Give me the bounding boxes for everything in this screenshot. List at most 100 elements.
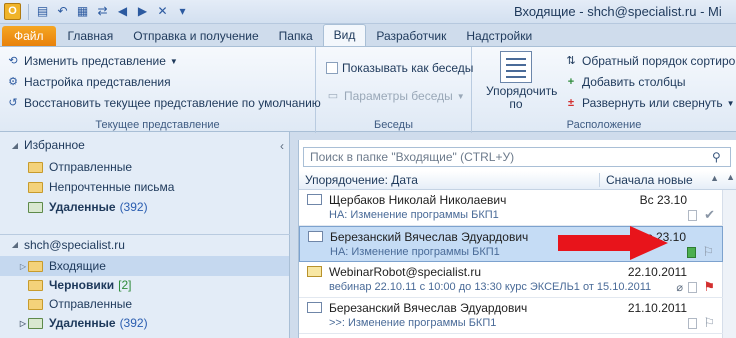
trash-icon xyxy=(28,317,43,329)
reply-envelope-icon xyxy=(308,231,323,242)
ribbon-tabs: Файл Главная Отправка и получение Папка … xyxy=(0,24,736,46)
forward-icon[interactable]: ▶ xyxy=(134,3,151,20)
folder-sent[interactable]: Отправленные xyxy=(0,294,289,314)
message-row[interactable]: WebinarRobot@specialist.ru вебинар 22.10… xyxy=(299,262,723,298)
sort-order-button[interactable]: Сначала новые xyxy=(599,173,693,187)
change-view-icon: ⟲ xyxy=(8,55,18,67)
favorite-sent[interactable]: Отправленные xyxy=(0,157,289,177)
folder-deleted-label: Удаленные xyxy=(49,316,116,330)
favorite-unread-label: Непрочтенные письма xyxy=(49,180,175,194)
add-columns-button[interactable]: + Добавить столбцы xyxy=(564,73,686,91)
category-green-icon[interactable] xyxy=(687,247,696,258)
back-icon[interactable]: ◀ xyxy=(114,3,131,20)
tab-home[interactable]: Главная xyxy=(58,26,124,46)
favorite-deleted[interactable]: Удаленные (392) xyxy=(0,197,289,217)
account-header[interactable]: ◢ shch@specialist.ru xyxy=(0,234,290,254)
folder-icon xyxy=(28,161,43,173)
minimize-pane-icon[interactable]: ‹ xyxy=(280,139,284,153)
message-subject: вебинар 22.10.11 с 10:00 до 13:30 курс Э… xyxy=(329,281,652,293)
message-row[interactable]: Щербаков Николай Николаевич НА: Изменени… xyxy=(299,190,723,226)
folder-drafts[interactable]: Черновики [2] xyxy=(0,275,289,295)
folder-deleted-count: (392) xyxy=(119,316,148,330)
add-columns-label: Добавить столбцы xyxy=(582,75,686,89)
tab-view[interactable]: Вид xyxy=(322,24,367,46)
conversation-settings-button[interactable]: ▭ Параметры беседы ▼ xyxy=(326,87,465,105)
customize-toolbar-icon[interactable]: ▾ xyxy=(174,3,191,20)
toolbar-separator xyxy=(28,4,29,20)
chevron-down-icon: ▼ xyxy=(726,98,735,108)
search-icon[interactable]: ⚲ xyxy=(712,150,726,164)
search-input[interactable]: Поиск в папке "Входящие" (CTRL+У) ⚲ xyxy=(303,147,731,167)
tab-addins[interactable]: Надстройки xyxy=(456,26,542,46)
expand-collapse-icon: ± xyxy=(567,97,575,109)
favorites-header[interactable]: ◢ Избранное ‹ xyxy=(0,135,290,155)
favorite-sent-label: Отправленные xyxy=(49,160,133,174)
scroll-up-icon[interactable]: ▲ xyxy=(726,172,735,182)
flag-outline-icon[interactable]: ⚐ xyxy=(703,315,715,331)
arrangement-group: Упорядочить по ⇅ Обратный порядок сортир… xyxy=(472,47,736,133)
expand-collapse-button[interactable]: ± Развернуть или свернуть ▼ xyxy=(564,94,735,112)
envelope-icon xyxy=(307,266,322,277)
navigation-pane: ◢ Избранное ‹ Отправленные Непрочтенные … xyxy=(0,132,290,338)
scrollbar[interactable] xyxy=(722,190,736,338)
favorites-header-label: Избранное xyxy=(24,138,85,152)
checkbox-icon xyxy=(326,62,338,74)
tab-folder[interactable]: Папка xyxy=(269,26,323,46)
expand-triangle-icon[interactable]: ▷ xyxy=(18,262,28,271)
print-icon[interactable]: ▦ xyxy=(74,3,91,20)
list-header: Упорядочение: Дата Сначала новые ▲ ▲ xyxy=(299,171,736,190)
message-sender: Березанский Вячеслав Эдуардович xyxy=(329,301,528,315)
collapse-triangle-icon: ◢ xyxy=(11,140,19,150)
quick-access-toolbar: ▤ ↶ ▦ ⇄ ◀ ▶ ✕ ▾ xyxy=(26,3,191,21)
current-view-group-label: Текущее представление xyxy=(95,119,220,131)
message-row[interactable]: Березанский Вячеслав Эдуардович >>: Изме… xyxy=(299,298,723,334)
message-subject: НА: Изменение программы БКП1 xyxy=(330,246,500,258)
message-list: Поиск в папке "Входящие" (CTRL+У) ⚲ Упор… xyxy=(298,140,736,338)
folder-inbox[interactable]: ▷ Входящие xyxy=(0,256,289,276)
message-subject: НА: Изменение программы БКП1 xyxy=(329,209,499,221)
chevron-up-icon[interactable]: ▲ xyxy=(710,173,719,183)
send-receive-icon[interactable]: ▤ xyxy=(34,3,51,20)
message-sender: WebinarRobot@specialist.ru xyxy=(329,265,482,279)
reply-envelope-icon xyxy=(307,194,322,205)
message-date: Вс 23.10 xyxy=(639,193,687,207)
expand-collapse-label: Развернуть или свернуть xyxy=(582,96,723,110)
tab-developer[interactable]: Разработчик xyxy=(366,26,456,46)
flag-red-icon[interactable]: ⚑ xyxy=(703,279,715,295)
category-icon[interactable] xyxy=(688,318,697,329)
category-icon[interactable] xyxy=(688,210,697,221)
flag-outline-icon[interactable]: ⚐ xyxy=(702,244,714,260)
favorite-deleted-label: Удаленные xyxy=(49,200,116,214)
change-view-label: Изменить представление xyxy=(24,54,166,68)
checkmark-icon[interactable]: ✔ xyxy=(704,207,715,223)
expand-triangle-icon[interactable]: ▷ xyxy=(18,319,28,328)
attachment-icon: ⌀ xyxy=(676,282,683,294)
undo-icon[interactable]: ↶ xyxy=(54,3,71,20)
inbox-icon xyxy=(28,260,43,272)
add-columns-icon: + xyxy=(567,76,575,88)
conversation-settings-icon: ▭ xyxy=(327,90,339,102)
reverse-sort-label: Обратный порядок сортиро xyxy=(582,54,736,68)
arrange-by-button[interactable]: Упорядочить по xyxy=(478,51,557,111)
favorite-unread[interactable]: Непрочтенные письма xyxy=(0,177,289,197)
delete-icon[interactable]: ✕ xyxy=(154,3,171,20)
show-as-conversations-checkbox[interactable]: Показывать как беседы xyxy=(326,59,473,77)
chevron-down-icon: ▼ xyxy=(456,91,465,101)
ribbon: ⟲ Изменить представление ▼ ⚙ Настройка п… xyxy=(0,46,736,133)
change-view-button[interactable]: ⟲ Изменить представление ▼ xyxy=(6,52,177,70)
tab-file[interactable]: Файл xyxy=(2,26,56,46)
reset-icon: ↺ xyxy=(8,97,18,109)
reverse-sort-button[interactable]: ⇅ Обратный порядок сортиро xyxy=(564,52,735,70)
view-settings-label: Настройка представления xyxy=(24,75,171,89)
move-icon[interactable]: ⇄ xyxy=(94,3,111,20)
message-sender: Березанский Вячеслав Эдуардович xyxy=(330,230,529,244)
outlook-logo-icon[interactable]: O xyxy=(4,3,21,20)
search-placeholder: Поиск в папке "Входящие" (CTRL+У) xyxy=(310,150,515,164)
reset-view-button[interactable]: ↺ Восстановить текущее представление по … xyxy=(6,94,320,112)
view-settings-button[interactable]: ⚙ Настройка представления xyxy=(6,73,171,91)
tab-send-receive[interactable]: Отправка и получение xyxy=(123,26,268,46)
sort-by-button[interactable]: Упорядочение: Дата xyxy=(305,173,418,187)
folder-deleted[interactable]: ▷ Удаленные (392) xyxy=(0,313,289,333)
arrange-icon xyxy=(500,51,532,83)
category-icon[interactable] xyxy=(688,282,697,293)
